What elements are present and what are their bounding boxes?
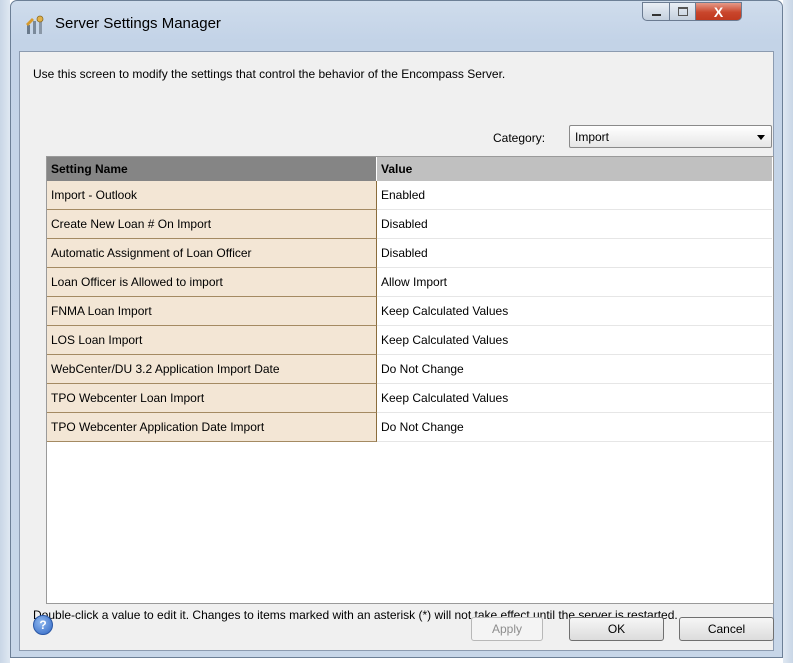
setting-value-cell[interactable]: Keep Calculated Values (377, 297, 772, 326)
setting-value-cell[interactable]: Allow Import (377, 268, 772, 297)
maximize-icon (677, 7, 688, 16)
table-row[interactable]: Loan Officer is Allowed to import Allow … (47, 268, 772, 297)
minimize-button[interactable] (642, 2, 670, 21)
category-selected-value: Import (575, 130, 610, 144)
setting-name-cell: TPO Webcenter Loan Import (47, 384, 377, 413)
window-title: Server Settings Manager (55, 15, 221, 32)
close-icon: X (713, 3, 724, 20)
setting-value-cell[interactable]: Enabled (377, 181, 772, 210)
setting-name-cell: Import - Outlook (47, 181, 377, 210)
setting-value-cell[interactable]: Disabled (377, 210, 772, 239)
setting-value-cell[interactable]: Keep Calculated Values (377, 384, 772, 413)
category-label: Category: (493, 131, 546, 145)
setting-name-cell: Automatic Assignment of Loan Officer (47, 239, 377, 268)
setting-value-cell[interactable]: Keep Calculated Values (377, 326, 772, 355)
setting-name-cell: Loan Officer is Allowed to import (47, 268, 377, 297)
table-row[interactable]: Automatic Assignment of Loan Officer Dis… (47, 239, 772, 268)
ok-button[interactable]: OK (569, 617, 664, 641)
table-row[interactable]: Create New Loan # On Import Disabled (47, 210, 772, 239)
table-row[interactable]: WebCenter/DU 3.2 Application Import Date… (47, 355, 772, 384)
apply-button[interactable]: Apply (471, 617, 543, 641)
setting-value-cell[interactable]: Do Not Change (377, 355, 772, 384)
table-row[interactable]: FNMA Loan Import Keep Calculated Values (47, 297, 772, 326)
close-button[interactable]: X (695, 2, 742, 21)
settings-wrench-icon (26, 15, 44, 34)
column-header-setting-name[interactable]: Setting Name (47, 157, 377, 181)
setting-name-cell: Create New Loan # On Import (47, 210, 377, 239)
maximize-button[interactable] (669, 2, 696, 21)
chevron-down-icon (757, 135, 765, 140)
setting-name-cell: WebCenter/DU 3.2 Application Import Date (47, 355, 377, 384)
description-text: Use this screen to modify the settings t… (33, 67, 506, 81)
setting-value-cell[interactable]: Disabled (377, 239, 772, 268)
desktop-right-edge (783, 0, 793, 663)
settings-grid: Setting Name Value Import - Outlook Enab… (46, 156, 774, 604)
column-header-value[interactable]: Value (377, 157, 772, 181)
table-row[interactable]: LOS Loan Import Keep Calculated Values (47, 326, 772, 355)
table-row[interactable]: TPO Webcenter Application Date Import Do… (47, 413, 772, 442)
minimize-icon (651, 13, 661, 16)
table-row[interactable]: TPO Webcenter Loan Import Keep Calculate… (47, 384, 772, 413)
table-row[interactable]: Import - Outlook Enabled (47, 181, 772, 210)
setting-name-cell: LOS Loan Import (47, 326, 377, 355)
server-settings-window: Server Settings Manager X Use this scree… (10, 0, 783, 658)
setting-name-cell: TPO Webcenter Application Date Import (47, 413, 377, 442)
setting-name-cell: FNMA Loan Import (47, 297, 377, 326)
category-dropdown[interactable]: Import (569, 125, 772, 148)
cancel-button[interactable]: Cancel (679, 617, 774, 641)
setting-value-cell[interactable]: Do Not Change (377, 413, 772, 442)
title-bar[interactable]: Server Settings Manager X (11, 1, 782, 51)
dialog-body: Use this screen to modify the settings t… (19, 51, 774, 651)
desktop-left-edge (0, 0, 10, 663)
help-icon[interactable]: ? (33, 615, 53, 635)
